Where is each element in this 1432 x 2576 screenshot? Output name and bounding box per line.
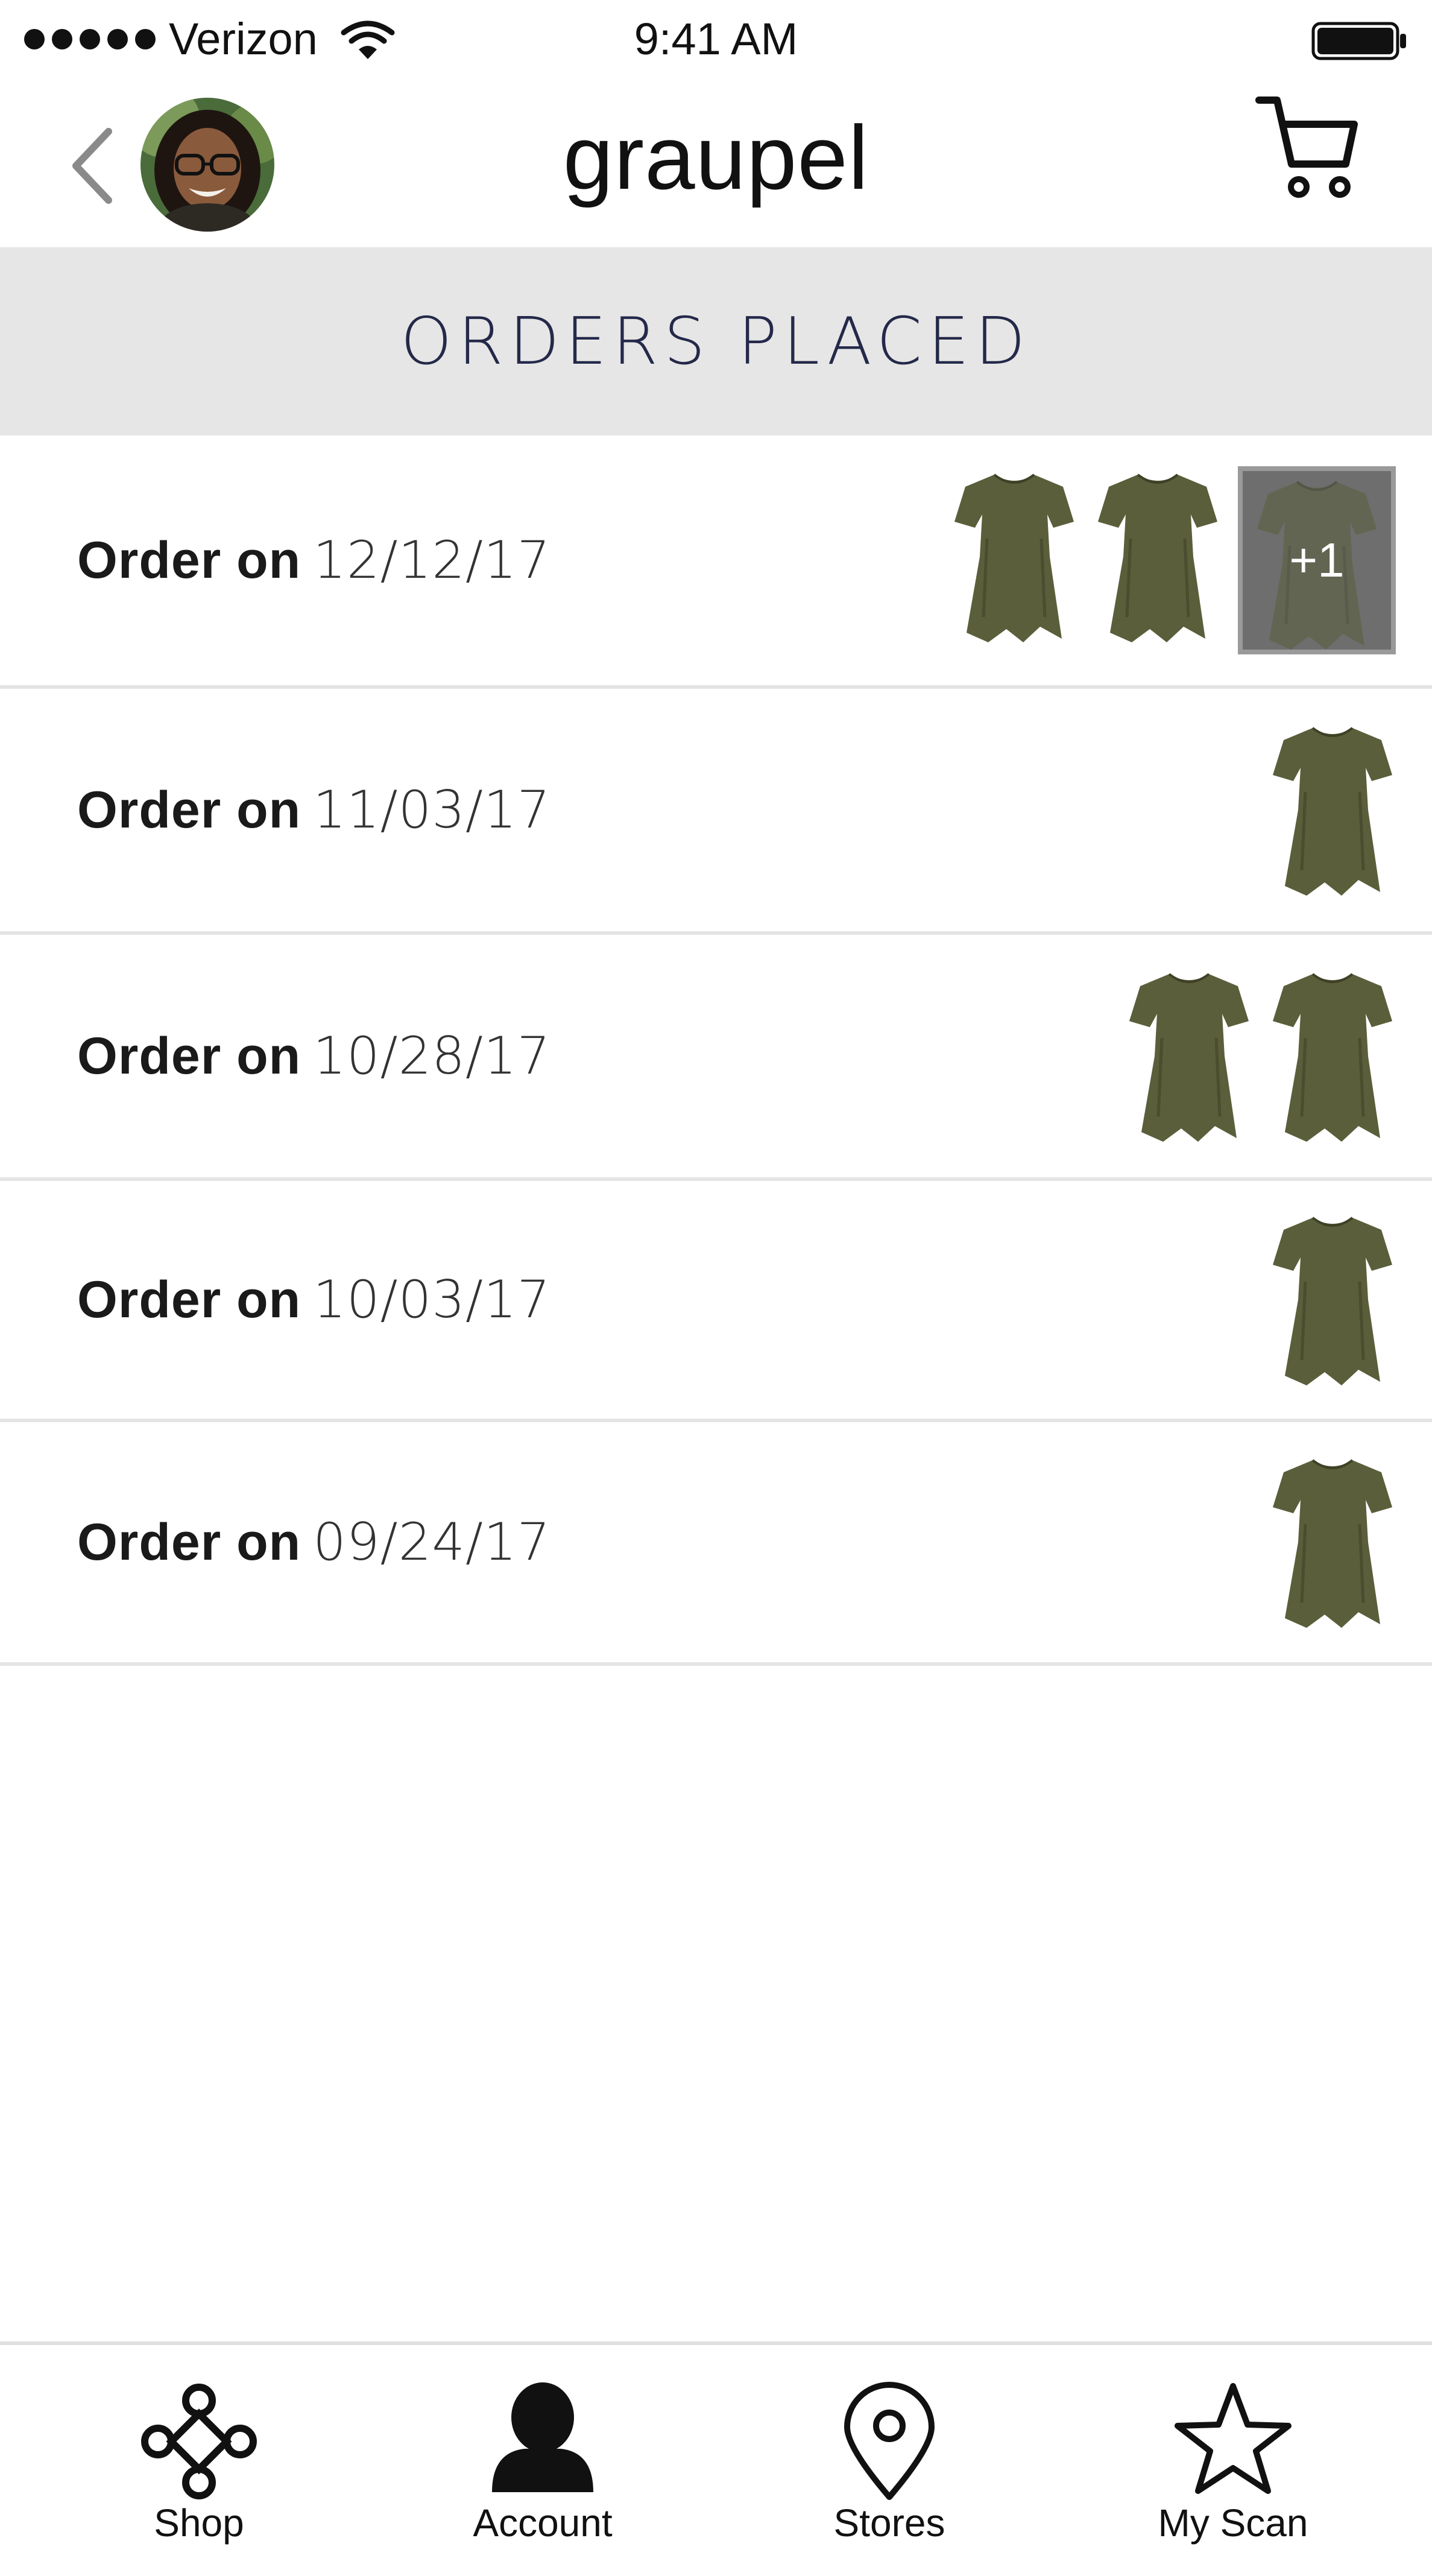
- order-date: 10/03/17: [313, 1270, 551, 1330]
- order-label: Order on 09/24/17: [77, 1512, 550, 1572]
- order-label: Order on 11/03/17: [77, 780, 550, 840]
- order-thumbnails: [1269, 1209, 1396, 1390]
- product-thumbnail[interactable]: [1126, 966, 1252, 1147]
- clock: 9:41 AM: [634, 14, 798, 64]
- tab-label: Stores: [833, 2501, 945, 2545]
- tab-account[interactable]: Account: [422, 2345, 663, 2576]
- order-prefix: Order on: [77, 1271, 301, 1329]
- orders-list: Order on 12/12/17 +1 Order on 11/03/17 Ord…: [0, 435, 1432, 1666]
- tab-label: My Scan: [1158, 2501, 1308, 2545]
- tab-shop[interactable]: Shop: [78, 2345, 320, 2576]
- product-thumbnail[interactable]: [1269, 1452, 1396, 1633]
- order-date: 09/24/17: [313, 1512, 551, 1572]
- order-thumbnails: [1269, 720, 1396, 900]
- person-icon: [488, 2381, 597, 2499]
- order-date: 11/03/17: [313, 780, 551, 840]
- product-thumbnail[interactable]: [1269, 966, 1396, 1147]
- order-label: Order on 10/28/17: [77, 1026, 550, 1086]
- section-title: ORDERS PLACED: [400, 303, 1032, 379]
- order-row[interactable]: Order on 10/03/17: [0, 1181, 1432, 1422]
- tab-label: Shop: [154, 2501, 244, 2545]
- tab-label: Account: [473, 2501, 613, 2545]
- order-prefix: Order on: [77, 531, 301, 589]
- order-row[interactable]: Order on 10/28/17: [0, 935, 1432, 1181]
- order-label: Order on 12/12/17: [77, 530, 550, 590]
- order-prefix: Order on: [77, 1027, 301, 1085]
- order-row[interactable]: Order on 11/03/17: [0, 689, 1432, 935]
- order-thumbnails: +1: [951, 466, 1396, 654]
- order-thumbnails: [1126, 966, 1396, 1147]
- brand-logo: graupel: [563, 107, 869, 208]
- product-thumbnail[interactable]: [951, 466, 1077, 647]
- tab-stores[interactable]: Stores: [769, 2345, 1010, 2576]
- battery-icon: [1311, 22, 1408, 63]
- order-row[interactable]: Order on 12/12/17 +1: [0, 435, 1432, 689]
- star-icon: [1173, 2381, 1293, 2499]
- order-date: 10/28/17: [313, 1026, 551, 1086]
- tab-bar: Shop Account Stores My Scan: [0, 2341, 1432, 2576]
- product-thumbnail[interactable]: [1269, 1209, 1396, 1390]
- order-label: Order on 10/03/17: [77, 1270, 550, 1330]
- product-thumbnail[interactable]: [1269, 720, 1396, 900]
- order-row[interactable]: Order on 09/24/17: [0, 1422, 1432, 1666]
- more-items-thumbnail[interactable]: +1: [1238, 466, 1396, 654]
- order-date: 12/12/17: [313, 530, 551, 590]
- section-header: ORDERS PLACED: [0, 247, 1432, 435]
- navigation-bar: graupel: [0, 84, 1432, 247]
- shop-knot-icon: [139, 2381, 259, 2505]
- product-thumbnail[interactable]: [1094, 466, 1221, 647]
- map-pin-icon: [841, 2381, 938, 2505]
- tab-my-scan[interactable]: My Scan: [1112, 2345, 1354, 2576]
- order-thumbnails: [1269, 1452, 1396, 1633]
- order-prefix: Order on: [77, 781, 301, 839]
- order-prefix: Order on: [77, 1513, 301, 1571]
- more-items-count: +1: [1289, 533, 1345, 587]
- status-bar: Verizon 9:41 AM: [0, 0, 1432, 84]
- cart-icon[interactable]: [1254, 90, 1363, 214]
